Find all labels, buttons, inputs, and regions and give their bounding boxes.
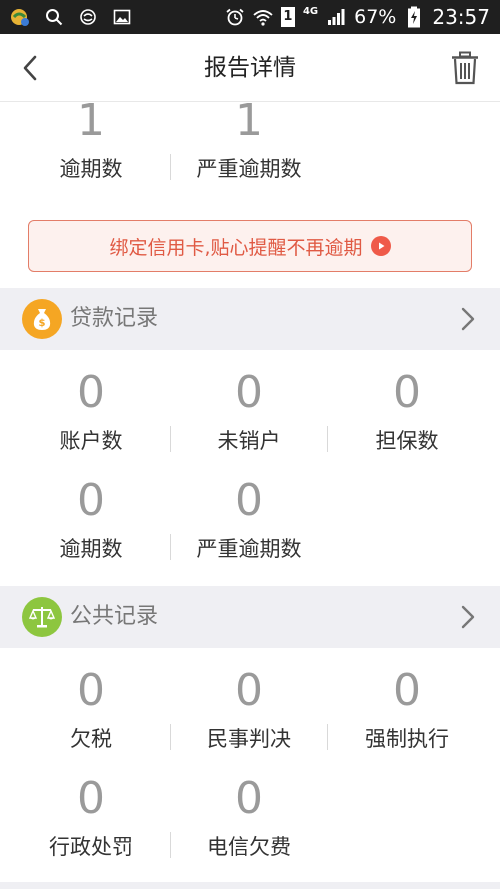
stat-admin-penalties[interactable]: 0 行政处罚 <box>8 774 174 862</box>
stat-accounts[interactable]: 0 账户数 <box>8 368 174 456</box>
stat-enforcements[interactable]: 0 强制执行 <box>324 666 490 754</box>
stat-value: 1 <box>235 95 263 146</box>
stat-label: 逾期数 <box>59 157 123 181</box>
stat-overdue[interactable]: 0 逾期数 <box>8 476 174 564</box>
money-bag-icon: $ <box>22 299 62 339</box>
search-icon <box>44 7 64 27</box>
stat-label: 严重逾期数 <box>196 157 302 181</box>
stat-value: 0 <box>393 367 421 418</box>
battery-percent: 67% <box>354 6 397 28</box>
section-title: 贷款记录 <box>70 306 159 331</box>
wifi-icon <box>253 7 273 27</box>
section-title: 公共记录 <box>70 604 159 629</box>
public-records-stats: 0 欠税 0 民事判决 0 强制执行 0 行政处罚 0 电信欠费 <box>0 648 500 882</box>
page-title: 报告详情 <box>204 55 296 81</box>
stat-label: 电信欠费 <box>207 835 291 859</box>
network-type: 4G <box>302 5 319 17</box>
stat-value: 0 <box>235 773 263 824</box>
stat-overdue[interactable]: 1 逾期数 <box>8 96 174 184</box>
stat-value: 0 <box>235 367 263 418</box>
sync-icon <box>78 7 98 27</box>
app-notification-icon <box>10 7 30 27</box>
stat-label: 强制执行 <box>365 727 449 751</box>
stat-label: 民事判决 <box>207 727 291 751</box>
stat-severe-overdue[interactable]: 1 严重逾期数 <box>166 96 332 184</box>
banner-text: 绑定信用卡,贴心提醒不再逾期 <box>109 236 363 259</box>
trash-icon <box>452 51 478 85</box>
section-public-records[interactable]: 公共记录 <box>0 586 500 648</box>
status-bar: 1 4G 67% 23:57 <box>0 0 500 34</box>
stat-value: 0 <box>235 665 263 716</box>
chevron-right-icon <box>458 306 478 332</box>
signal-icon <box>326 7 346 27</box>
stat-value: 0 <box>77 367 105 418</box>
battery-charging-icon <box>404 6 424 28</box>
stat-severe-overdue[interactable]: 0 严重逾期数 <box>166 476 332 564</box>
stat-label: 未销户 <box>217 429 281 453</box>
section-divider <box>0 882 500 889</box>
stat-value: 0 <box>235 475 263 526</box>
stat-telecom-arrears[interactable]: 0 电信欠费 <box>166 774 332 862</box>
stat-label: 账户数 <box>59 429 123 453</box>
stat-label: 担保数 <box>375 429 439 453</box>
sim-icon: 1 <box>280 7 295 27</box>
svg-text:$: $ <box>39 318 46 329</box>
stat-value: 1 <box>77 95 105 146</box>
stat-value: 0 <box>77 773 105 824</box>
alarm-icon <box>225 7 245 27</box>
delete-button[interactable] <box>448 50 482 86</box>
section-loan-records[interactable]: $ 贷款记录 <box>0 288 500 350</box>
bind-card-banner[interactable]: 绑定信用卡,贴心提醒不再逾期 <box>28 220 472 272</box>
stat-label: 严重逾期数 <box>196 537 302 561</box>
stat-value: 0 <box>393 665 421 716</box>
stat-label: 逾期数 <box>59 537 123 561</box>
loan-records-stats: 0 账户数 0 未销户 0 担保数 0 逾期数 0 严重逾期数 <box>0 350 500 585</box>
stat-value: 0 <box>77 475 105 526</box>
chevron-right-icon <box>458 604 478 630</box>
stat-label: 欠税 <box>70 727 112 751</box>
play-icon <box>370 236 391 256</box>
image-icon <box>112 7 132 27</box>
clock: 23:57 <box>432 5 490 29</box>
navbar: 报告详情 <box>0 34 500 102</box>
credit-card-stats: 1 逾期数 1 严重逾期数 <box>0 96 500 186</box>
stat-civil-judgments[interactable]: 0 民事判决 <box>166 666 332 754</box>
stat-open-accounts[interactable]: 0 未销户 <box>166 368 332 456</box>
stat-value: 0 <box>77 665 105 716</box>
stat-guarantees[interactable]: 0 担保数 <box>324 368 490 456</box>
stat-label: 行政处罚 <box>49 835 133 859</box>
stat-tax-arrears[interactable]: 0 欠税 <box>8 666 174 754</box>
scales-icon <box>22 597 62 637</box>
